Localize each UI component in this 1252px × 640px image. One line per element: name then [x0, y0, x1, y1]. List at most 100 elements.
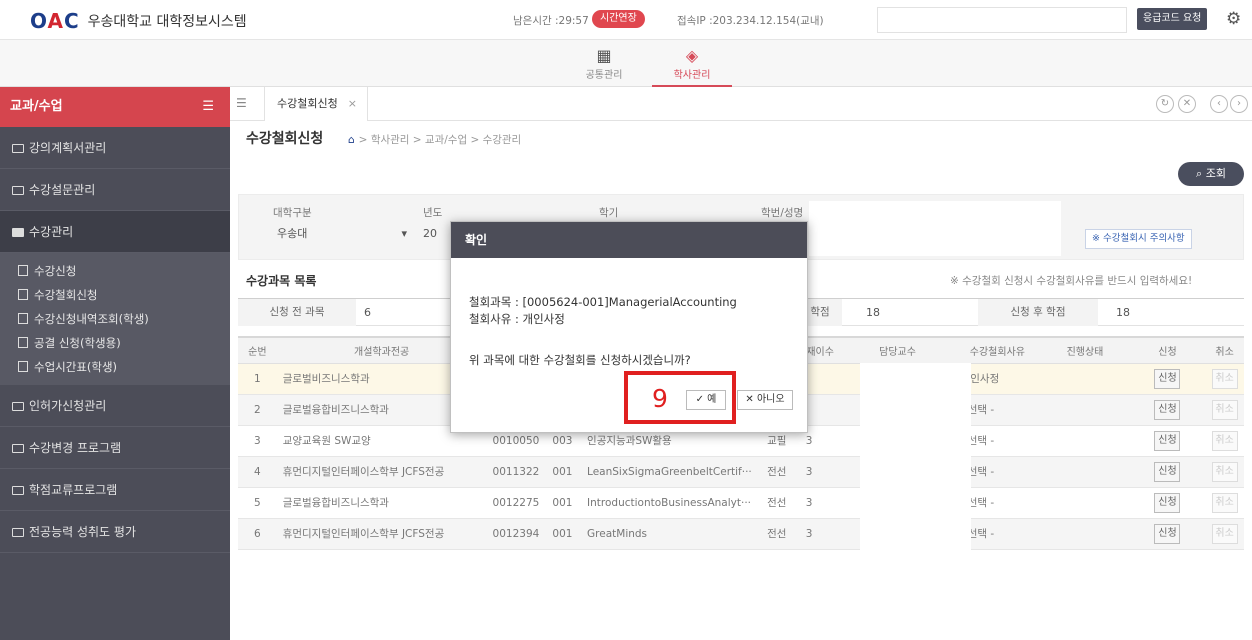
sidebar-sub-absence[interactable]: 공결 신청(학생용) [0, 331, 230, 355]
sidebar-sub-timetable[interactable]: 수업시간표(학생) [0, 355, 230, 379]
cell-no: 1 [238, 363, 277, 395]
emergency-code-button[interactable]: 응급코드 요청 [1137, 8, 1208, 30]
cell-status [1040, 394, 1130, 426]
sidebar-item-competency[interactable]: 전공능력 성취도 평가 [0, 511, 230, 553]
extend-time-button[interactable]: 시간연장 [592, 10, 645, 28]
sidebar-sub-history[interactable]: 수강신청내역조회(학생) [0, 307, 230, 331]
student-label: 학번/성명 [761, 207, 804, 219]
sidebar-sub-withdraw[interactable]: 수강철회신청 [0, 283, 230, 307]
cell-credit: 3 [799, 487, 841, 519]
cell-apply: 신청 [1129, 518, 1206, 550]
sidebar-sub-label: 수업시간표(학생) [34, 360, 118, 374]
cell-status [1040, 425, 1130, 457]
cell-type: 전선 [761, 456, 800, 488]
univ-select[interactable]: 우송대 ▾ [277, 223, 407, 245]
logo[interactable]: OAC 우송대학교 대학정보시스템 [30, 9, 247, 33]
cancel-button[interactable]: 취소 [1211, 368, 1238, 389]
cell-cancel: 취소 [1205, 425, 1244, 457]
sidebar: 교과/수업 ☰ 강의계획서관리 수강설문관리 수강관리 수강신청 수강철회신청 … [0, 87, 230, 640]
folder-icon [12, 144, 24, 153]
withdraw-course-line: 철회과목 : [0005624-001]ManagerialAccounting [469, 295, 737, 309]
cell-code: 0012394 [486, 518, 547, 550]
chevron-left-icon[interactable]: ‹ [1210, 95, 1228, 113]
table-row[interactable]: 5 글로벌융합비즈니스학과 0012275 001 Introductionto… [238, 487, 1244, 519]
module-common-label: 공통관리 [585, 70, 623, 81]
cell-no: 6 [238, 518, 277, 550]
chevron-right-icon[interactable]: › [1230, 95, 1248, 113]
folder-icon [12, 444, 24, 453]
tab-list-icon[interactable]: ☰ [236, 96, 247, 110]
sidebar-item-syllabus[interactable]: 강의계획서관리 [0, 127, 230, 169]
apply-button[interactable]: 신청 [1154, 461, 1181, 482]
cell-no: 3 [238, 425, 277, 457]
apply-button[interactable]: 신청 [1154, 368, 1181, 389]
sidebar-item-label: 수강설문관리 [29, 183, 96, 197]
tab-withdraw[interactable]: 수강철회신청 × [264, 87, 368, 121]
sidebar-item-label: 수강관리 [29, 225, 74, 239]
system-title: 우송대학교 대학정보시스템 [87, 14, 247, 30]
sidebar-sub-label: 수강신청내역조회(학생) [34, 312, 149, 326]
cell-status [1040, 363, 1130, 395]
dialog-question: 위 과목에 대한 수강철회를 신청하시겠습니까? [469, 353, 691, 367]
close-icon[interactable]: × [348, 97, 357, 110]
sidebar-sub-enroll[interactable]: 수강신청 [0, 259, 230, 283]
module-academic[interactable]: ◈ 학사관리 [652, 46, 732, 87]
cell-type: 전선 [761, 487, 800, 519]
cell-apply: 신청 [1129, 363, 1206, 395]
logo-mark: OAC [30, 9, 80, 33]
cancel-button[interactable]: 취소 [1211, 461, 1238, 482]
search-button[interactable]: ⌕ 조회 [1178, 162, 1244, 186]
gear-icon[interactable]: ⚙ [1226, 9, 1241, 29]
univ-value: 우송대 [277, 227, 308, 240]
apply-button[interactable]: 신청 [1154, 430, 1181, 451]
sidebar-item-permit[interactable]: 인허가신청관리 [0, 385, 230, 427]
sidebar-item-change-program[interactable]: 수강변경 프로그램 [0, 427, 230, 469]
grid-icon: ▦ [596, 46, 612, 65]
cell-no: 2 [238, 394, 277, 426]
cell-name: IntroductiontoBusinessAnalyt··· [581, 487, 762, 519]
apply-button[interactable]: 신청 [1154, 523, 1181, 544]
ip-info: 접속IP :203.234.12.154(교내) [677, 15, 824, 27]
graduation-cap-icon: ◈ [685, 46, 699, 65]
year-select[interactable]: 20 [423, 223, 449, 245]
sidebar-item-label: 강의계획서관리 [29, 141, 107, 155]
cell-apply: 신청 [1129, 425, 1206, 457]
module-common[interactable]: ▦ 공통관리 [564, 46, 644, 81]
list-note: ※ 수강철회 신청시 수강철회사유를 반드시 입력하세요! [950, 275, 1193, 287]
module-academic-label: 학사관리 [673, 70, 711, 81]
document-icon [18, 265, 28, 276]
home-icon[interactable]: ⌂ [348, 134, 355, 146]
refresh-icon[interactable]: ↻ [1156, 95, 1174, 113]
top-search-field[interactable] [877, 7, 1127, 33]
notice-button[interactable]: ※ 수강철회시 주의사항 [1085, 229, 1192, 249]
cancel-button[interactable]: 취소 [1211, 430, 1238, 451]
sidebar-header: 교과/수업 ☰ [0, 87, 230, 127]
document-icon [18, 337, 28, 348]
collapse-menu-icon[interactable]: ☰ [202, 87, 214, 127]
sidebar-sub-label: 수강철회신청 [34, 288, 98, 302]
sidebar-item-credit-exchange[interactable]: 학점교류프로그램 [0, 469, 230, 511]
close-all-icon[interactable]: ✕ [1178, 95, 1196, 113]
confirm-no-button[interactable]: ✕ 아니오 [737, 390, 793, 410]
search-icon: ⌕ [1196, 167, 1203, 180]
professor-redaction [860, 363, 971, 573]
cell-cancel: 취소 [1205, 363, 1244, 395]
apply-button[interactable]: 신청 [1154, 399, 1181, 420]
col-professor: 담당교수 [840, 336, 955, 364]
sidebar-item-label: 학점교류프로그램 [29, 483, 118, 497]
student-field[interactable] [809, 201, 1061, 256]
before-label: 신청 전 과목 [238, 299, 356, 326]
sidebar-item-survey[interactable]: 수강설문관리 [0, 169, 230, 211]
table-row[interactable]: 6 휴먼디지털인터페이스학부 JCFS전공 0012394 001 GreatM… [238, 518, 1244, 550]
table-row[interactable]: 4 휴먼디지털인터페이스학부 JCFS전공 0011322 001 LeanSi… [238, 456, 1244, 488]
semester-label: 학기 [599, 207, 619, 219]
cancel-button[interactable]: 취소 [1211, 523, 1238, 544]
document-icon [18, 289, 28, 300]
cell-code: 0011322 [486, 456, 547, 488]
sidebar-item-enrollment[interactable]: 수강관리 [0, 211, 230, 253]
apply-button[interactable]: 신청 [1154, 492, 1181, 513]
cell-status [1040, 456, 1130, 488]
cancel-button[interactable]: 취소 [1211, 492, 1238, 513]
cancel-button[interactable]: 취소 [1211, 399, 1238, 420]
folder-icon [12, 402, 24, 411]
